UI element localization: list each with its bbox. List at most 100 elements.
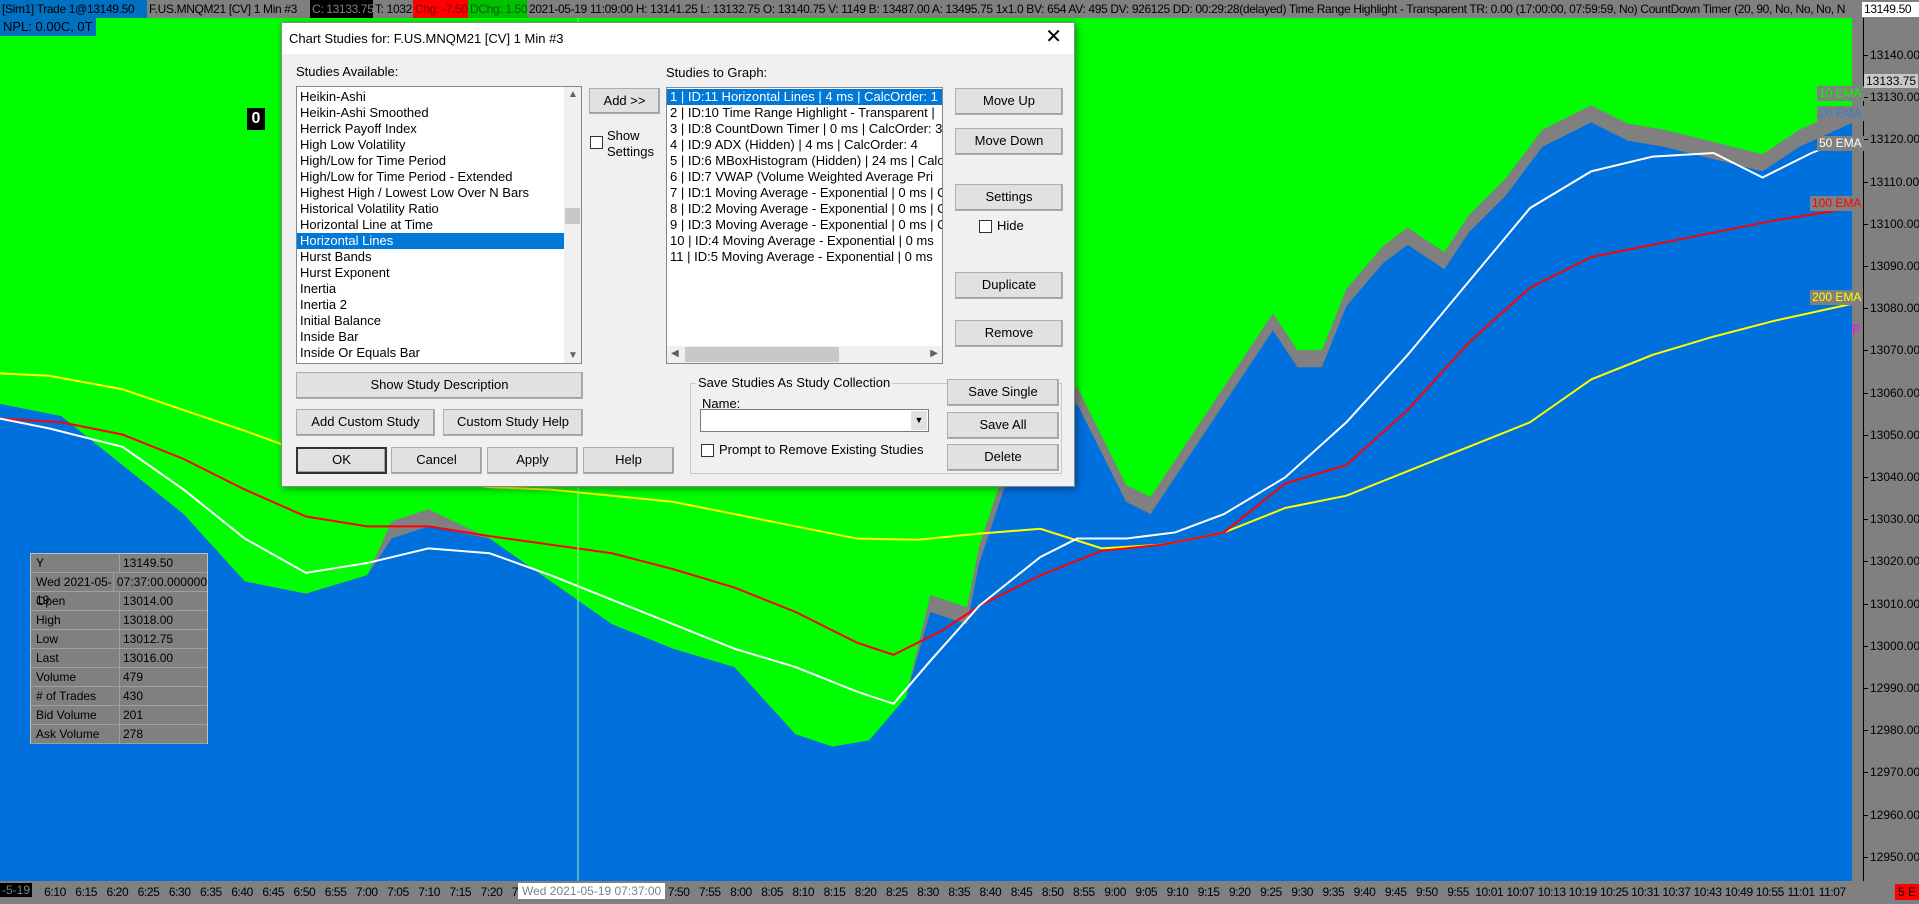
study-available-item[interactable]: Heikin-Ashi Smoothed bbox=[297, 105, 565, 121]
duplicate-button[interactable]: Duplicate bbox=[955, 272, 1063, 299]
study-available-item[interactable]: Inertia bbox=[297, 281, 565, 297]
time-tick-label: 6:25 bbox=[137, 885, 160, 899]
data-window-key: Open bbox=[31, 592, 120, 610]
show-study-description-button[interactable]: Show Study Description bbox=[296, 372, 583, 399]
time-tick-label: 7:50 bbox=[667, 885, 690, 899]
settings-button[interactable]: Settings bbox=[955, 184, 1063, 211]
collection-name-combobox[interactable]: ▼ bbox=[700, 409, 929, 432]
dialog-title-bar[interactable]: Chart Studies for: F.US.MNQM21 [CV] 1 Mi… bbox=[282, 23, 1074, 54]
study-available-item[interactable]: Inside Bar bbox=[297, 329, 565, 345]
time-tick-label: 6:15 bbox=[75, 885, 98, 899]
save-single-button[interactable]: Save Single bbox=[947, 379, 1059, 406]
time-tick-label: 7:20 bbox=[480, 885, 503, 899]
price-tick bbox=[1863, 561, 1868, 563]
marker-zero-label: 0 bbox=[247, 108, 265, 130]
time-tick-label: 9:45 bbox=[1384, 885, 1407, 899]
scroll-up-icon[interactable]: ▲ bbox=[568, 89, 578, 100]
scroll-left-icon[interactable]: ◀ bbox=[671, 348, 679, 359]
save-all-button[interactable]: Save All bbox=[947, 412, 1059, 439]
study-available-item[interactable]: Heikin-Ashi bbox=[297, 89, 565, 105]
add-study-button[interactable]: Add >> bbox=[589, 88, 660, 114]
data-window-row: Bid Volume 201 bbox=[31, 706, 207, 725]
apply-button[interactable]: Apply bbox=[487, 447, 578, 474]
time-tick-label: 11:01 bbox=[1787, 885, 1816, 899]
studies-to-graph-list[interactable]: 1 | ID:11 Horizontal Lines | 4 ms | Calc… bbox=[666, 87, 943, 364]
study-available-item[interactable]: High Low Volatility bbox=[297, 137, 565, 153]
study-to-graph-item[interactable]: 5 | ID:6 MBoxHistogram (Hidden) | 24 ms … bbox=[667, 153, 942, 169]
price-tick-label: 13110.00 bbox=[1870, 174, 1919, 189]
hscroll-thumb[interactable] bbox=[685, 347, 839, 362]
study-available-item[interactable]: Horizontal Lines bbox=[297, 233, 565, 249]
help-button[interactable]: Help bbox=[583, 447, 674, 474]
study-available-item[interactable]: Initial Balance bbox=[297, 313, 565, 329]
study-available-item[interactable]: Historical Volatility Ratio bbox=[297, 201, 565, 217]
data-window-value: 07:37:00.000000 bbox=[116, 575, 207, 589]
price-tick-label: 13080.00 bbox=[1870, 301, 1919, 316]
hide-label: Hide bbox=[997, 218, 1024, 233]
study-available-item[interactable]: Inertia 2 bbox=[297, 297, 565, 313]
time-tick-label: 9:00 bbox=[1104, 885, 1126, 899]
study-available-item[interactable]: Inside Or Equals Bar bbox=[297, 345, 565, 361]
price-tick bbox=[1863, 308, 1868, 310]
price-tick bbox=[1863, 477, 1868, 478]
price-tick-label: 12970.00 bbox=[1870, 765, 1919, 780]
study-to-graph-item[interactable]: 10 | ID:4 Moving Average - Exponential |… bbox=[667, 233, 942, 249]
study-available-item[interactable]: Hurst Exponent bbox=[297, 265, 565, 281]
time-tick-label: 10:55 bbox=[1755, 885, 1784, 899]
time-tick-label: 8:55 bbox=[1073, 885, 1095, 899]
change-label: Chg: -7.50 bbox=[413, 0, 468, 18]
study-to-graph-item[interactable]: 9 | ID:3 Moving Average - Exponential | … bbox=[667, 217, 942, 233]
study-to-graph-item[interactable]: 7 | ID:1 Moving Average - Exponential | … bbox=[667, 185, 942, 201]
study-available-item[interactable]: Highest High / Lowest Low Over N Bars bbox=[297, 185, 565, 201]
study-to-graph-item[interactable]: 6 | ID:7 VWAP (Volume Weighted Average P… bbox=[667, 169, 942, 185]
delete-collection-button[interactable]: Delete bbox=[947, 444, 1059, 471]
study-to-graph-item[interactable]: 2 | ID:10 Time Range Highlight - Transpa… bbox=[667, 105, 942, 121]
study-to-graph-item[interactable]: 1 | ID:11 Horizontal Lines | 4 ms | Calc… bbox=[667, 89, 942, 105]
dropdown-arrow-icon[interactable]: ▼ bbox=[911, 411, 927, 430]
chart-values-window[interactable]: Y 13149.50 Wed 2021-05-19 07:37:00.000000 Op… bbox=[30, 553, 208, 744]
cursor-time-label: Wed 2021-05-19 07:37:00 bbox=[518, 883, 666, 899]
scroll-down-icon[interactable]: ▼ bbox=[568, 350, 578, 361]
time-tick-label: 10:01 bbox=[1475, 885, 1504, 899]
move-down-button[interactable]: Move Down bbox=[955, 128, 1063, 155]
chart-studies-dialog[interactable]: Chart Studies for: F.US.MNQM21 [CV] 1 Mi… bbox=[281, 22, 1075, 487]
last-price-box: 13149.50 bbox=[1862, 2, 1919, 17]
studies-available-list[interactable]: Heikin-Ashi Heikin-Ashi Smoothed Herrick P… bbox=[296, 86, 582, 364]
add-custom-study-button[interactable]: Add Custom Study bbox=[296, 409, 435, 436]
study-available-item[interactable]: Horizontal Line at Time bbox=[297, 217, 565, 233]
studies-to-graph-hscrollbar[interactable]: ◀ ▶ bbox=[667, 346, 942, 363]
study-to-graph-item[interactable]: 11 | ID:5 Moving Average - Exponential |… bbox=[667, 249, 942, 265]
scroll-thumb[interactable] bbox=[565, 208, 580, 224]
data-window-row: Wed 2021-05-19 07:37:00.000000 bbox=[31, 573, 207, 607]
time-tick-label: 7:15 bbox=[449, 885, 472, 899]
data-window-value: 201 bbox=[123, 708, 144, 722]
hide-checkbox[interactable] bbox=[979, 220, 992, 233]
scroll-right-icon[interactable]: ▶ bbox=[930, 348, 938, 359]
study-available-item[interactable]: Hurst Bands bbox=[297, 249, 565, 265]
ok-button[interactable]: OK bbox=[296, 447, 387, 474]
study-available-item[interactable]: High/Low for Time Period - Extended bbox=[297, 169, 565, 185]
data-window-row: # of Trades 430 bbox=[31, 687, 207, 706]
show-settings-checkbox[interactable] bbox=[590, 136, 603, 149]
price-tick bbox=[1863, 856, 1868, 858]
study-available-item[interactable]: High/Low for Time Period bbox=[297, 153, 565, 169]
study-available-item[interactable]: Herrick Payoff Index bbox=[297, 121, 565, 137]
cancel-button[interactable]: Cancel bbox=[391, 447, 482, 474]
ema100-label: 100 EMA bbox=[1810, 196, 1864, 211]
price-tick bbox=[1863, 772, 1868, 774]
time-tick-label: 10:19 bbox=[1568, 885, 1597, 899]
time-tick-label: 9:50 bbox=[1416, 885, 1438, 899]
price-tick-label: 12980.00 bbox=[1870, 723, 1919, 738]
move-up-button[interactable]: Move Up bbox=[955, 88, 1063, 115]
close-icon[interactable]: ✕ bbox=[1045, 27, 1062, 47]
time-axis[interactable]: -5-19 Wed 2021-05-19 07:37:00 5 E 6:10 6:… bbox=[0, 881, 1919, 904]
prompt-remove-checkbox[interactable] bbox=[701, 444, 714, 457]
remove-button[interactable]: Remove bbox=[955, 320, 1063, 347]
time-tick-label: 7:05 bbox=[387, 885, 409, 899]
studies-available-scrollbar[interactable]: ▲ ▼ bbox=[564, 87, 581, 363]
time-tick-label: 10:43 bbox=[1693, 885, 1722, 899]
custom-study-help-button[interactable]: Custom Study Help bbox=[443, 409, 583, 436]
study-to-graph-item[interactable]: 8 | ID:2 Moving Average - Exponential | … bbox=[667, 201, 942, 217]
study-to-graph-item[interactable]: 4 | ID:9 ADX (Hidden) | 4 ms | CalcOrder… bbox=[667, 137, 942, 153]
study-to-graph-item[interactable]: 3 | ID:8 CountDown Timer | 0 ms | CalcOr… bbox=[667, 121, 942, 137]
